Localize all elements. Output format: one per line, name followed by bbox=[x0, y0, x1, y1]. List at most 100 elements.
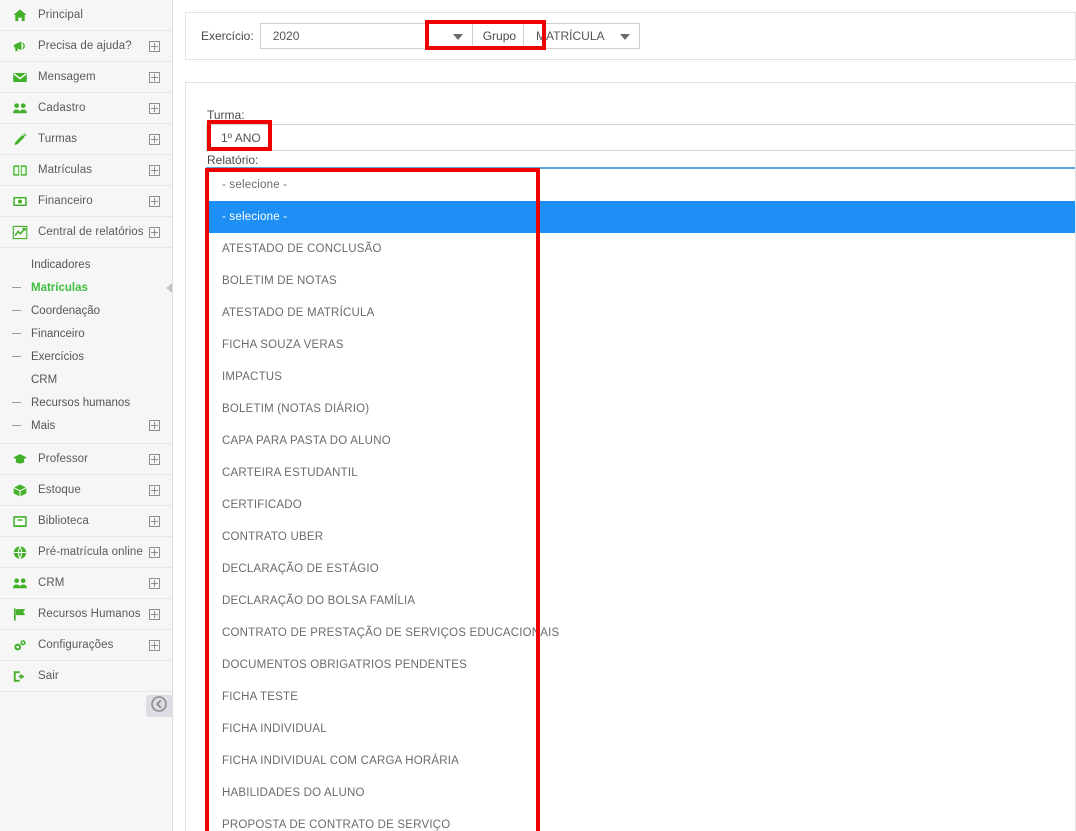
relatorio-dropdown-list[interactable]: - selecione -- selecione - ATESTADO DE CO… bbox=[206, 167, 1075, 831]
sidebar-item-precisa-de-ajuda[interactable]: Precisa de ajuda? bbox=[0, 31, 172, 62]
book-icon bbox=[10, 162, 29, 178]
grupo-label: Grupo bbox=[482, 29, 517, 43]
relatorio-label: Relatório: bbox=[207, 153, 259, 167]
relatorio-option[interactable]: FICHA INDIVIDUAL COM CARGA HORÁRIA bbox=[206, 745, 1075, 777]
sidebar-subitem-recursos-humanos[interactable]: Recursos humanos bbox=[0, 391, 172, 414]
chevron-down-icon bbox=[620, 34, 631, 40]
bullet-dash-icon bbox=[12, 379, 21, 380]
expand-plus-icon[interactable] bbox=[149, 639, 160, 651]
relatorio-option[interactable]: CERTIFICADO bbox=[206, 489, 1075, 521]
megaphone-icon bbox=[10, 38, 29, 54]
relatorio-option[interactable]: ATESTADO DE MATRÍCULA bbox=[206, 297, 1075, 329]
expand-plus-icon[interactable] bbox=[149, 515, 160, 527]
sidebar-item-matr-culas[interactable]: Matrículas bbox=[0, 155, 172, 186]
sidebar-item-central-de-relat-rios[interactable]: Central de relatórios bbox=[0, 217, 172, 248]
sidebar-subitem-matr-culas[interactable]: Matrículas bbox=[0, 276, 172, 299]
sidebar-subitem-label: Recursos humanos bbox=[31, 396, 131, 409]
flag-icon bbox=[10, 606, 29, 622]
expand-plus-icon[interactable] bbox=[149, 608, 160, 620]
relatorio-option[interactable]: FICHA INDIVIDUAL bbox=[206, 713, 1075, 745]
sidebar-item-label: Turmas bbox=[38, 133, 78, 145]
sidebar-item-principal[interactable]: Principal bbox=[0, 0, 172, 31]
bullet-dash-icon bbox=[12, 264, 21, 265]
expand-plus-icon[interactable] bbox=[149, 71, 160, 83]
relatorio-option[interactable]: DECLARAÇÃO DO BOLSA FAMÍLIA bbox=[206, 585, 1075, 617]
sidebar-subitem-label: Coordenação bbox=[31, 304, 101, 317]
sidebar-item-label: Configurações bbox=[38, 639, 114, 651]
sidebar-item-mensagem[interactable]: Mensagem bbox=[0, 62, 172, 93]
sidebar-item-label: Cadastro bbox=[38, 102, 86, 114]
relatorio-option[interactable]: CARTEIRA ESTUDANTIL bbox=[206, 457, 1075, 489]
sidebar-item-recursos-humanos[interactable]: Recursos Humanos bbox=[0, 599, 172, 630]
caret-left-icon bbox=[166, 282, 172, 293]
relatorio-select-value[interactable]: - selecione - bbox=[206, 169, 1075, 201]
sidebar-subitem-exerc-cios[interactable]: Exercícios bbox=[0, 345, 172, 368]
logout-icon bbox=[10, 668, 29, 684]
relatorio-option[interactable]: IMPACTUS bbox=[206, 361, 1075, 393]
sidebar-collapse-button[interactable] bbox=[146, 695, 172, 717]
sidebar-primary-nav: Principal Precisa de ajuda? Mensagem Cadast… bbox=[0, 0, 172, 248]
sidebar-item-sair[interactable]: Sair bbox=[0, 661, 172, 692]
filter-panel: Exercício: 2020 Grupo MATRÍCULA bbox=[185, 12, 1076, 60]
sidebar-item-label: CRM bbox=[38, 577, 65, 589]
relatorio-option[interactable]: CAPA PARA PASTA DO ALUNO bbox=[206, 425, 1075, 457]
turma-select[interactable]: 1º ANO bbox=[206, 124, 1075, 151]
bullet-dash-icon bbox=[12, 402, 21, 403]
expand-plus-icon[interactable] bbox=[149, 484, 160, 496]
sidebar-item-label: Financeiro bbox=[38, 195, 93, 207]
expand-plus-icon[interactable] bbox=[149, 40, 160, 52]
money-icon bbox=[10, 193, 29, 209]
sidebar-item-configura-es[interactable]: Configurações bbox=[0, 630, 172, 661]
sidebar-subitem-crm[interactable]: CRM bbox=[0, 368, 172, 391]
expand-plus-icon[interactable] bbox=[149, 453, 160, 465]
sidebar-item-estoque[interactable]: Estoque bbox=[0, 475, 172, 506]
sidebar-item-label: Principal bbox=[38, 9, 84, 21]
relatorio-option[interactable]: BOLETIM (NOTAS DIÁRIO) bbox=[206, 393, 1075, 425]
relatorio-option[interactable]: PROPOSTA DE CONTRATO DE SERVIÇO bbox=[206, 809, 1075, 831]
expand-plus-icon[interactable] bbox=[149, 226, 160, 238]
pencil-icon bbox=[10, 131, 29, 147]
relatorio-option[interactable]: DECLARAÇÃO DE ESTÁGIO bbox=[206, 553, 1075, 585]
relatorio-option[interactable]: ATESTADO DE CONCLUSÃO bbox=[206, 233, 1075, 265]
chart-line-icon bbox=[10, 224, 29, 240]
relatorio-option[interactable]: FICHA TESTE bbox=[206, 681, 1075, 713]
relatorio-option[interactable]: CONTRATO UBER bbox=[206, 521, 1075, 553]
sidebar-item-pr-matr-cula-online[interactable]: Pré-matrícula online bbox=[0, 537, 172, 568]
expand-plus-icon[interactable] bbox=[149, 195, 160, 207]
graduation-cap-icon bbox=[10, 451, 29, 467]
sidebar-subitem-financeiro[interactable]: Financeiro bbox=[0, 322, 172, 345]
sidebar-item-label: Matrículas bbox=[38, 164, 93, 176]
sidebar-item-financeiro[interactable]: Financeiro bbox=[0, 186, 172, 217]
sidebar-item-professor[interactable]: Professor bbox=[0, 444, 172, 475]
expand-plus-icon[interactable] bbox=[149, 102, 160, 114]
expand-plus-icon[interactable] bbox=[149, 546, 160, 558]
sidebar-item-crm[interactable]: CRM bbox=[0, 568, 172, 599]
sidebar-item-label: Precisa de ajuda? bbox=[38, 40, 132, 52]
sidebar-subitem-coordena-o[interactable]: Coordenação bbox=[0, 299, 172, 322]
box-icon bbox=[10, 482, 29, 498]
sidebar-subitem-mais[interactable]: Mais bbox=[0, 414, 172, 437]
expand-plus-icon[interactable] bbox=[149, 420, 160, 431]
expand-plus-icon[interactable] bbox=[149, 133, 160, 145]
relatorio-option[interactable]: DOCUMENTOS OBRIGATRIOS PENDENTES bbox=[206, 649, 1075, 681]
relatorio-option[interactable]: BOLETIM DE NOTAS bbox=[206, 265, 1075, 297]
bullet-dash-icon bbox=[12, 333, 21, 334]
sidebar-subitem-indicadores[interactable]: Indicadores bbox=[0, 253, 172, 276]
relatorio-option[interactable]: HABILIDADES DO ALUNO bbox=[206, 777, 1075, 809]
exercicio-select-value: 2020 bbox=[272, 29, 300, 43]
sidebar-submenu-central-de-relatorios: Indicadores Matrículas Coordenação Financei… bbox=[0, 248, 172, 444]
expand-plus-icon[interactable] bbox=[149, 164, 160, 176]
relatorio-option[interactable]: CONTRATO DE PRESTAÇÃO DE SERVIÇOS EDUCAC… bbox=[206, 617, 1075, 649]
sidebar-subitem-label: Indicadores bbox=[31, 258, 91, 271]
sidebar-item-label: Estoque bbox=[38, 484, 81, 496]
sidebar-item-cadastro[interactable]: Cadastro bbox=[0, 93, 172, 124]
relatorio-option[interactable]: FICHA SOUZA VERAS bbox=[206, 329, 1075, 361]
relatorio-option[interactable]: - selecione - bbox=[206, 201, 1075, 233]
sidebar-item-biblioteca[interactable]: Biblioteca bbox=[0, 506, 172, 537]
sidebar-subitem-label: Exercícios bbox=[31, 350, 85, 363]
expand-plus-icon[interactable] bbox=[149, 577, 160, 589]
sidebar-item-turmas[interactable]: Turmas bbox=[0, 124, 172, 155]
sidebar-subitem-label: CRM bbox=[31, 373, 58, 386]
exercicio-select[interactable]: 2020 bbox=[259, 23, 473, 49]
grupo-select[interactable]: MATRÍCULA bbox=[523, 23, 641, 49]
